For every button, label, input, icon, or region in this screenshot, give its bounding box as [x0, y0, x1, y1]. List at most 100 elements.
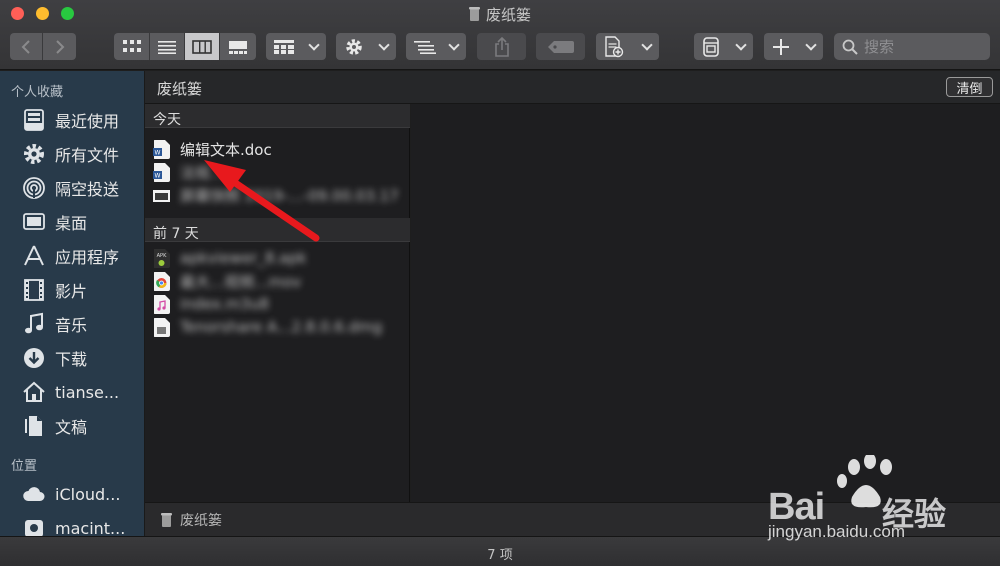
- sidebar-item-label: 桌面: [55, 214, 88, 233]
- file-item[interactable]: W 编辑文本.doc: [153, 138, 272, 160]
- column-view-icon: [192, 39, 212, 54]
- path-bar-label[interactable]: 废纸篓: [180, 510, 222, 530]
- empty-trash-button[interactable]: 清倒: [946, 77, 993, 97]
- forward-button[interactable]: [43, 33, 76, 60]
- chevron-right-icon: [55, 39, 64, 54]
- sidebar-item-label: 文稿: [55, 418, 88, 437]
- new-document-icon: [605, 35, 624, 57]
- search-icon: [842, 39, 858, 55]
- sidebar-section-locations: 位置: [11, 459, 38, 474]
- group-header-today: 今天: [145, 104, 410, 128]
- search-field[interactable]: [834, 33, 990, 60]
- sidebar-item-desktop[interactable]: 桌面: [22, 207, 87, 237]
- home-icon: [23, 381, 45, 402]
- search-input[interactable]: [864, 37, 984, 56]
- svg-text:W: W: [155, 172, 161, 179]
- printer-icon: [703, 36, 719, 57]
- sidebar-item-label: 下载: [55, 350, 88, 369]
- arrange-dropdown[interactable]: [406, 33, 466, 60]
- word-doc-icon: W: [153, 162, 170, 182]
- file-item[interactable]: 屏幕快照 2019-...-09.00.03.17: [153, 184, 399, 206]
- back-button[interactable]: [10, 33, 43, 60]
- window-title: 废纸篓: [0, 4, 1000, 25]
- word-doc-icon: W: [153, 139, 170, 159]
- trash-header-title: 废纸篓: [157, 80, 203, 98]
- action-dropdown[interactable]: [336, 33, 396, 60]
- sidebar-item-label: 应用程序: [55, 248, 120, 267]
- documents-icon: [25, 416, 42, 436]
- sidebar-item-macintosh[interactable]: macint...: [22, 513, 125, 536]
- file-name: apkviewer_8.apk: [180, 249, 307, 267]
- dmg-icon: [154, 317, 170, 337]
- sidebar-item-all-files[interactable]: 所有文件: [22, 139, 119, 169]
- file-item[interactable]: APK apkviewer_8.apk: [153, 247, 307, 269]
- downloads-icon: [24, 348, 44, 368]
- view-mode-control: [114, 33, 256, 60]
- group-header-label: 前 7 天: [153, 226, 199, 242]
- sidebar-item-label: iCloud...: [55, 484, 121, 504]
- file-item[interactable]: index.m3u8: [153, 293, 269, 315]
- desktop-icon: [23, 213, 45, 230]
- item-count: 7 项: [487, 548, 513, 563]
- disk-icon: [25, 520, 43, 536]
- file-name: 最大...视频...mov: [180, 272, 302, 291]
- sidebar-item-icloud[interactable]: iCloud...: [22, 479, 120, 509]
- trash-header: 废纸篓 清倒: [145, 71, 1000, 104]
- get-info-dropdown[interactable]: [694, 33, 753, 60]
- list-view-button[interactable]: [150, 33, 185, 60]
- list-view-icon: [158, 40, 176, 54]
- chevron-down-icon: [378, 38, 390, 51]
- tag-button[interactable]: [536, 33, 585, 60]
- gear-icon: [24, 144, 44, 164]
- gallery-view-icon: [229, 40, 247, 54]
- group-by-dropdown[interactable]: [266, 33, 326, 60]
- column-view-button[interactable]: [185, 33, 220, 60]
- airdrop-icon: [23, 177, 45, 199]
- sidebar-item-label: 隔空投送: [55, 180, 120, 199]
- chevron-down-icon: [448, 38, 460, 51]
- watermark-url: jingyan.baidu.com: [768, 522, 906, 541]
- share-icon: [494, 36, 509, 57]
- plus-icon: [773, 38, 789, 55]
- finder-window: 废纸篓 搜索 个人收藏 最近使用 所有文件 隔空投送 桌面 应用程序 影片 音乐…: [0, 0, 1000, 566]
- sidebar-item-label: macint...: [55, 518, 126, 537]
- svg-text:APK: APK: [157, 253, 167, 259]
- grid-view-icon: [122, 39, 141, 52]
- svg-text:W: W: [155, 149, 161, 156]
- nav-buttons: [10, 33, 76, 60]
- recents-icon: [24, 109, 44, 131]
- file-column: 今天 W 编辑文本.doc W 法规... 屏幕快照 2019-...-09.0…: [145, 104, 410, 502]
- sidebar-item-movies[interactable]: 影片: [22, 275, 87, 305]
- sidebar-item-label: 最近使用: [55, 112, 120, 131]
- window-title-text: 废纸篓: [485, 6, 531, 24]
- sidebar-item-label: 所有文件: [55, 146, 120, 165]
- music-file-icon: [154, 294, 170, 314]
- file-item[interactable]: Tenorshare A...2.8.0.6.dmg: [153, 316, 382, 338]
- movies-icon: [24, 279, 44, 301]
- file-name: Tenorshare A...2.8.0.6.dmg: [180, 318, 383, 336]
- sidebar-item-recents[interactable]: 最近使用: [22, 105, 119, 135]
- applications-icon: [24, 245, 44, 266]
- sidebar-item-documents[interactable]: 文稿: [22, 411, 87, 441]
- gallery-view-button[interactable]: [220, 33, 256, 60]
- sidebar-item-music[interactable]: 音乐: [22, 309, 87, 339]
- icon-view-button[interactable]: [114, 33, 150, 60]
- tag-icon: [547, 40, 574, 53]
- file-name: 屏幕快照 2019-...-09.00.03.17: [180, 186, 399, 205]
- file-item[interactable]: W 法规...: [153, 161, 224, 183]
- sidebar-item-downloads[interactable]: 下载: [22, 343, 87, 373]
- sidebar-item-label: 音乐: [55, 316, 88, 335]
- sidebar: 个人收藏 最近使用 所有文件 隔空投送 桌面 应用程序 影片 音乐 下载 tia…: [0, 71, 145, 536]
- file-item[interactable]: 最大...视频...mov: [153, 270, 301, 292]
- sidebar-item-home[interactable]: tianse...: [22, 377, 119, 407]
- sidebar-item-applications[interactable]: 应用程序: [22, 241, 119, 271]
- sidebar-item-label: 影片: [55, 282, 88, 301]
- sidebar-item-airdrop[interactable]: 隔空投送: [22, 173, 119, 203]
- gear-icon: [346, 38, 362, 55]
- apk-icon: APK: [154, 248, 170, 268]
- chevron-down-icon: [805, 38, 817, 51]
- share-button[interactable]: [477, 33, 526, 60]
- add-dropdown[interactable]: [764, 33, 823, 60]
- new-document-dropdown[interactable]: [596, 33, 659, 60]
- arrange-icon: [414, 40, 436, 54]
